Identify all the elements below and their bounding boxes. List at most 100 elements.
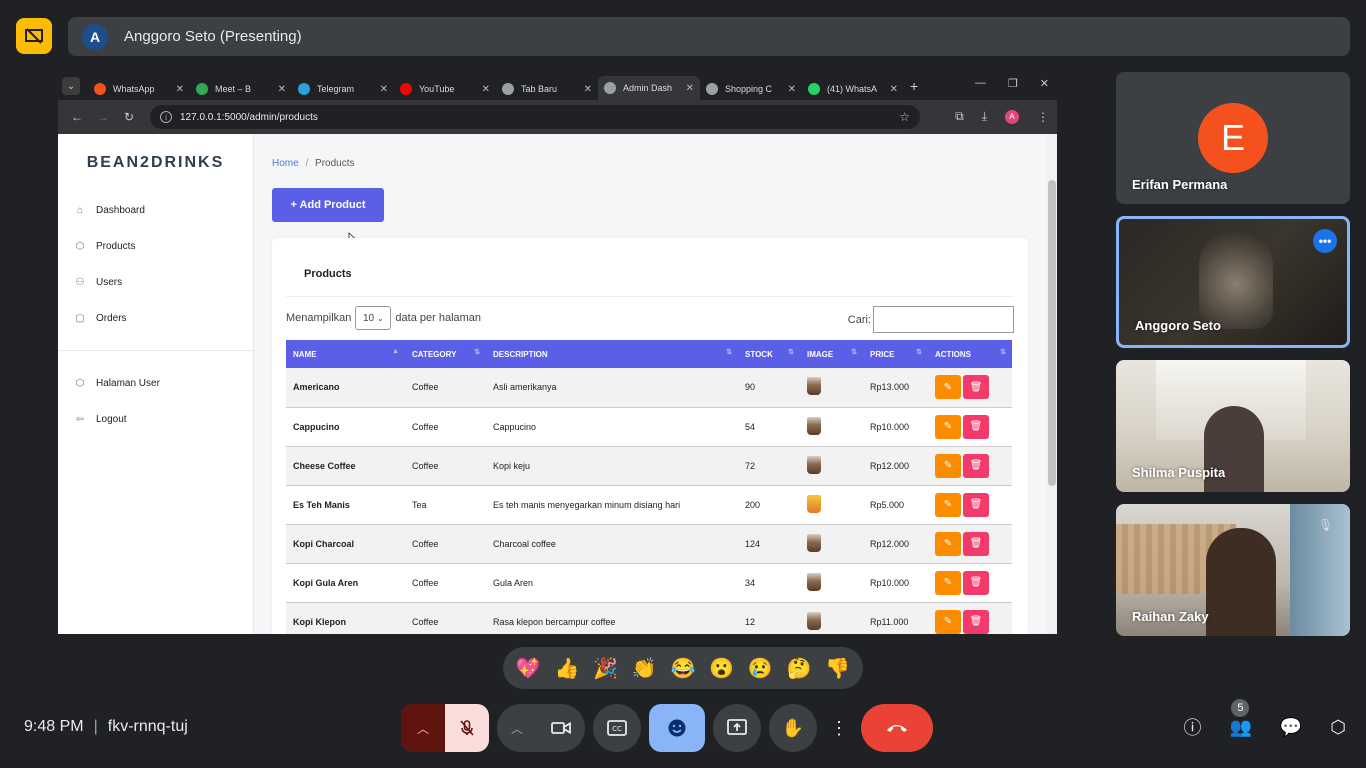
- breadcrumb-home[interactable]: Home: [272, 158, 299, 169]
- captions-button[interactable]: CC: [593, 704, 641, 752]
- participant-tile[interactable]: Shilma Puspita: [1116, 360, 1350, 492]
- edit-button[interactable]: ✎: [935, 414, 961, 439]
- participant-tile-active[interactable]: ••• Anggoro Seto: [1116, 216, 1350, 348]
- address-bar[interactable]: i 127.0.0.1:5000/admin/products ☆: [150, 105, 920, 129]
- participant-video: [1199, 229, 1273, 329]
- camera-button[interactable]: [537, 720, 585, 736]
- column-header[interactable]: PRICE ⇅: [863, 340, 928, 368]
- back-icon[interactable]: ←: [66, 110, 88, 124]
- participant-tile[interactable]: E Erifan Permana: [1116, 72, 1350, 204]
- brand-logo[interactable]: BEAN2DRINKS: [58, 154, 253, 172]
- tab-close-icon[interactable]: ✕: [482, 84, 490, 95]
- browser-tab[interactable]: Telegram ✕: [292, 78, 394, 100]
- reaction-emoji-button[interactable]: 😢: [748, 656, 773, 681]
- column-header[interactable]: STOCK ⇅: [738, 340, 800, 368]
- close-window-icon[interactable]: ✕: [1040, 77, 1049, 90]
- browser-tab[interactable]: (41) WhatsA ✕: [802, 78, 904, 100]
- edit-button[interactable]: ✎: [935, 492, 961, 517]
- site-info-icon[interactable]: i: [160, 111, 172, 123]
- maximize-icon[interactable]: ❐: [1008, 77, 1018, 90]
- browser-tab[interactable]: Meet – B ✕: [190, 78, 292, 100]
- tab-close-icon[interactable]: ✕: [788, 84, 796, 95]
- delete-button[interactable]: 🗑: [963, 375, 989, 400]
- activities-icon[interactable]: ⬡: [1330, 717, 1346, 738]
- leave-call-button[interactable]: [861, 704, 933, 752]
- browser-tab[interactable]: WhatsApp ✕: [88, 78, 190, 100]
- edit-button[interactable]: ✎: [935, 570, 961, 595]
- delete-button[interactable]: 🗑: [963, 531, 989, 556]
- delete-button[interactable]: 🗑: [963, 570, 989, 595]
- sidebar-item-products[interactable]: ⬡ Products: [58, 228, 253, 264]
- reaction-emoji-button[interactable]: 😂: [671, 656, 696, 681]
- audio-settings-button[interactable]: ︿: [401, 704, 445, 752]
- scrollbar-thumb[interactable]: [1048, 180, 1056, 486]
- reaction-emoji-button[interactable]: 👍: [555, 656, 580, 681]
- column-header[interactable]: NAME ▲: [286, 340, 405, 368]
- bookmark-star-icon[interactable]: ☆: [899, 110, 910, 124]
- search-input[interactable]: [873, 306, 1014, 333]
- forward-icon[interactable]: →: [92, 110, 114, 124]
- add-product-button[interactable]: + Add Product: [272, 188, 384, 222]
- sidebar-item-dashboard[interactable]: ⌂ Dashboard: [58, 192, 253, 228]
- tab-search-icon[interactable]: ⌄: [62, 77, 80, 95]
- tab-close-icon[interactable]: ✕: [176, 84, 184, 95]
- tab-close-icon[interactable]: ✕: [380, 84, 388, 95]
- participant-tile[interactable]: 🎙 Raihan Zaky: [1116, 504, 1350, 636]
- browser-tab[interactable]: Tab Baru ✕: [496, 78, 598, 100]
- video-settings-button[interactable]: ︿: [497, 720, 537, 737]
- browser-tab[interactable]: Shopping C ✕: [700, 78, 802, 100]
- edit-button[interactable]: ✎: [935, 375, 961, 400]
- minimize-icon[interactable]: —: [975, 77, 986, 90]
- tab-close-icon[interactable]: ✕: [686, 83, 694, 94]
- delete-button[interactable]: 🗑: [963, 414, 989, 439]
- delete-button[interactable]: 🗑: [963, 492, 989, 517]
- meeting-details-icon[interactable]: ⓘ: [1183, 714, 1201, 740]
- column-header-label: STOCK: [745, 349, 773, 359]
- people-button[interactable]: 5 👥: [1229, 698, 1252, 738]
- download-icon[interactable]: ⤓: [982, 109, 987, 124]
- browser-tab[interactable]: YouTube ✕: [394, 78, 496, 100]
- edit-button[interactable]: ✎: [935, 609, 961, 634]
- more-options-icon[interactable]: •••: [1313, 229, 1337, 253]
- sidebar-item-halaman-user[interactable]: ⬡ Halaman User: [58, 365, 253, 401]
- tab-close-icon[interactable]: ✕: [278, 84, 286, 95]
- product-stock: 34: [738, 563, 800, 603]
- call-controls: ︿ ︿ CC ✋ ⋮: [401, 704, 933, 752]
- new-tab-button[interactable]: +: [910, 78, 918, 94]
- tab-close-icon[interactable]: ✕: [890, 84, 898, 95]
- reaction-emoji-button[interactable]: 🤔: [786, 656, 811, 681]
- column-header[interactable]: ACTIONS ⇅: [928, 340, 1012, 368]
- column-header[interactable]: IMAGE ⇅: [800, 340, 863, 368]
- presentation-indicator-icon[interactable]: [16, 18, 52, 54]
- column-header[interactable]: CATEGORY ⇅: [405, 340, 486, 368]
- chat-icon[interactable]: 💬: [1280, 717, 1302, 738]
- tab-close-icon[interactable]: ✕: [584, 84, 592, 95]
- page-length-select[interactable]: 10 ⌄: [355, 306, 392, 330]
- reaction-emoji-button[interactable]: 👎: [825, 656, 850, 681]
- extensions-icon[interactable]: ⧉: [955, 109, 964, 124]
- raise-hand-button[interactable]: ✋: [769, 704, 817, 752]
- delete-button[interactable]: 🗑: [963, 609, 989, 634]
- reaction-emoji-button[interactable]: 😮: [709, 656, 734, 681]
- sidebar-item-users[interactable]: ⚇ Users: [58, 264, 253, 300]
- browser-tab[interactable]: Admin Dash ✕: [598, 76, 700, 100]
- reactions-button[interactable]: [649, 704, 705, 752]
- profile-avatar[interactable]: A: [1005, 109, 1019, 124]
- edit-button[interactable]: ✎: [935, 531, 961, 556]
- more-options-button[interactable]: ⋮: [825, 704, 853, 752]
- table-row: Kopi Charcoal Coffee Charcoal coffee 124 Rp1…: [286, 524, 1012, 564]
- tab-title: Tab Baru: [521, 84, 558, 94]
- column-header[interactable]: DESCRIPTION ⇅: [486, 340, 738, 368]
- reload-icon[interactable]: ↻: [118, 110, 140, 124]
- sidebar-item-orders[interactable]: ▢ Orders: [58, 300, 253, 336]
- delete-button[interactable]: 🗑: [963, 453, 989, 478]
- browser-menu-icon[interactable]: ⋮: [1037, 110, 1049, 124]
- reaction-emoji-button[interactable]: 🎉: [593, 656, 618, 681]
- sidebar-item-logout[interactable]: ⇦ Logout: [58, 401, 253, 437]
- page-scrollbar[interactable]: [1047, 134, 1057, 634]
- edit-button[interactable]: ✎: [935, 453, 961, 478]
- present-button[interactable]: [713, 704, 761, 752]
- reaction-emoji-button[interactable]: 👏: [632, 656, 657, 681]
- reaction-emoji-button[interactable]: 💖: [516, 656, 541, 681]
- mic-off-button[interactable]: [445, 704, 489, 752]
